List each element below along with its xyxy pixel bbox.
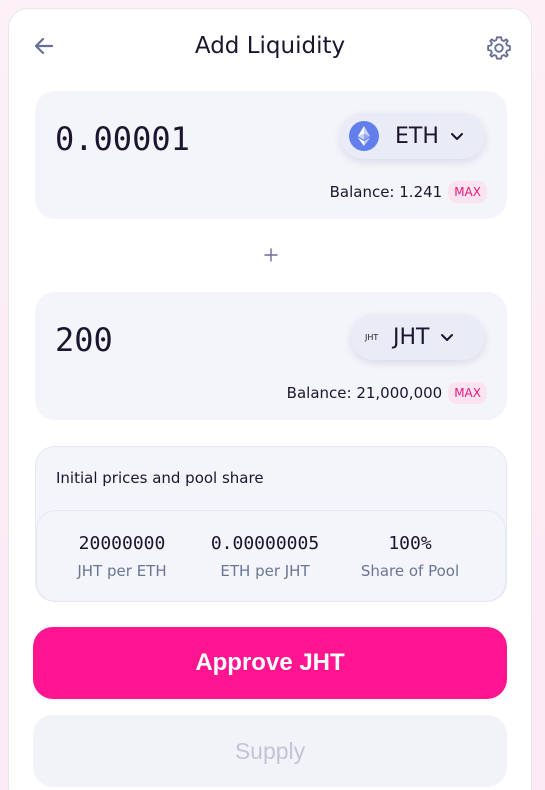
header: Add Liquidity [9,9,531,87]
price-jht-per-eth: 20000000 JHT per ETH [52,533,192,580]
eth-logo-icon [349,121,379,151]
jht-logo: JHT [365,332,379,342]
plus-icon [264,248,278,262]
token-a-select-button[interactable]: ETH [340,113,485,159]
token-a-balance-row: Balance: 1.241 MAX [330,181,487,203]
token-b-balance: Balance: 21,000,000 [286,384,443,402]
token-b-symbol: JHT [393,324,430,350]
price-label: Share of Pool [360,562,460,580]
prices-heading: Initial prices and pool share [56,469,264,487]
approve-jht-button[interactable]: Approve JHT [33,627,507,699]
token-a-symbol: ETH [395,123,439,149]
prices-and-pool-share: Initial prices and pool share 20000000 J… [35,446,507,602]
price-value: 0.00000005 [210,533,320,554]
add-liquidity-card: Add Liquidity ETH Balance: 1.241 [8,8,532,790]
prices-details: 20000000 JHT per ETH 0.00000005 ETH per … [36,510,506,602]
price-value: 20000000 [78,533,166,554]
price-label: JHT per ETH [77,562,167,580]
page-title: Add Liquidity [194,33,346,59]
token-b-select-button[interactable]: JHT JHT [351,314,485,360]
token-a-panel: ETH Balance: 1.241 MAX [35,91,507,219]
share-of-pool: 100% Share of Pool [340,533,480,580]
token-b-panel: JHT JHT Balance: 21,000,000 MAX [35,292,507,420]
token-a-max-button[interactable]: MAX [448,181,487,203]
token-a-amount-input[interactable] [55,117,325,161]
token-a-balance: Balance: 1.241 [329,183,443,201]
chevron-down-icon [441,334,454,341]
token-b-max-button[interactable]: MAX [448,382,487,404]
price-eth-per-jht: 0.00000005 ETH per JHT [195,533,335,580]
token-b-amount-input[interactable] [55,318,325,362]
price-label: ETH per JHT [220,562,310,580]
chevron-down-icon [450,133,463,140]
supply-button[interactable]: Supply [33,715,507,787]
token-b-balance-row: Balance: 21,000,000 MAX [287,382,487,404]
gear-icon[interactable] [485,34,513,62]
price-value: 100% [388,533,432,554]
